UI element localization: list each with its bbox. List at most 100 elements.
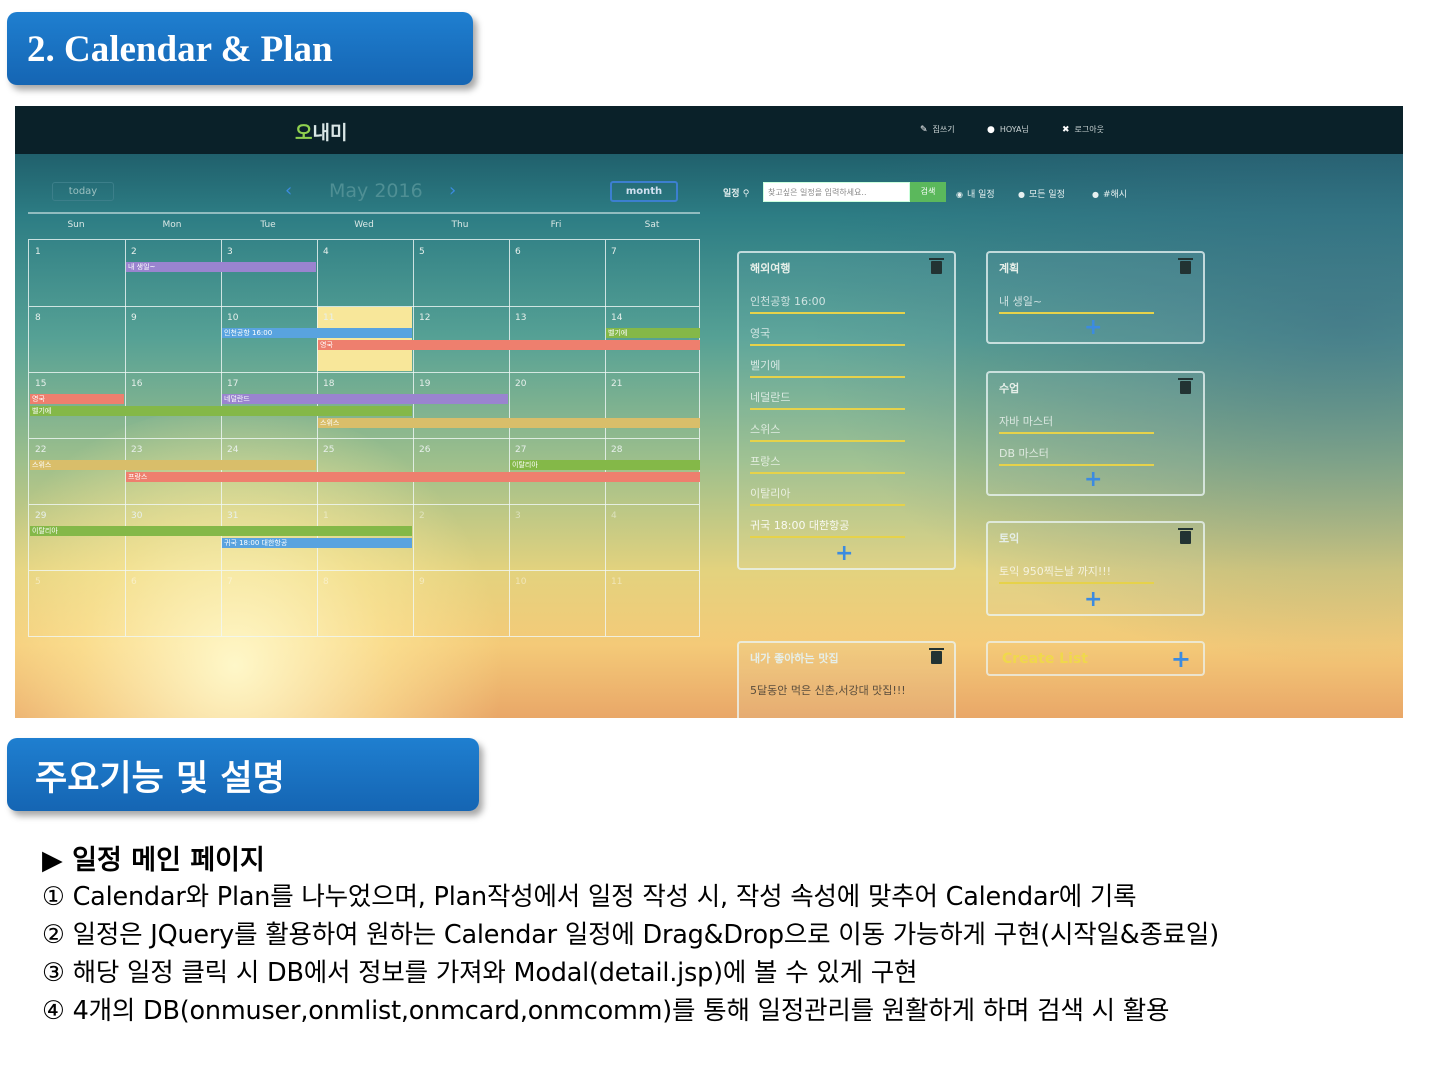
- calendar-event[interactable]: 네덜란드: [222, 394, 508, 404]
- calendar-event[interactable]: 내 생일~: [126, 262, 316, 272]
- plan-item[interactable]: 프랑스: [750, 453, 905, 474]
- day-number[interactable]: 3: [515, 511, 521, 521]
- day-number[interactable]: 23: [131, 445, 142, 455]
- calendar-event[interactable]: 이탈리아: [510, 460, 700, 470]
- day-number[interactable]: 26: [419, 445, 430, 455]
- plan-item[interactable]: 스위스: [750, 421, 905, 442]
- plan-item[interactable]: 인천공항 16:00: [750, 293, 905, 314]
- day-number[interactable]: 9: [419, 577, 425, 587]
- day-number[interactable]: 5: [419, 247, 425, 257]
- write-link[interactable]: ✎ 집쓰기: [920, 124, 955, 135]
- day-number[interactable]: 15: [35, 379, 46, 389]
- day-number[interactable]: 4: [323, 247, 329, 257]
- logout-link[interactable]: ✖ 로그아웃: [1062, 124, 1104, 135]
- plan-item[interactable]: DB 마스터: [999, 445, 1154, 466]
- plan-card-travel[interactable]: 해외여행 인천공항 16:00 영국 벨기에 네덜란드 스위스 프랑스 이탈리아…: [737, 251, 956, 570]
- day-number[interactable]: 28: [611, 445, 622, 455]
- trash-icon[interactable]: [1178, 378, 1193, 394]
- radio-hashtag[interactable]: ● #해시: [1092, 187, 1127, 200]
- day-number[interactable]: 27: [515, 445, 526, 455]
- radio-all-schedule[interactable]: ● 모든 일정: [1018, 187, 1065, 200]
- day-number[interactable]: 6: [515, 247, 521, 257]
- day-number[interactable]: 4: [611, 511, 617, 521]
- day-number[interactable]: 16: [131, 379, 142, 389]
- plan-item[interactable]: 귀국 18:00 대한항공: [750, 517, 905, 538]
- plan-item[interactable]: 내 생일~: [999, 293, 1154, 314]
- day-number[interactable]: 1: [323, 511, 329, 521]
- day-number[interactable]: 10: [515, 577, 526, 587]
- day-number[interactable]: 22: [35, 445, 46, 455]
- day-number[interactable]: 7: [611, 247, 617, 257]
- day-number[interactable]: 10: [227, 313, 238, 323]
- day-number[interactable]: 8: [35, 313, 41, 323]
- day-number[interactable]: 30: [131, 511, 142, 521]
- day-number[interactable]: 13: [515, 313, 526, 323]
- calendar-event[interactable]: 벨기에: [606, 328, 700, 338]
- search-icon: ⚲: [742, 189, 750, 199]
- plan-card-class[interactable]: 수업 자바 마스터 DB 마스터 +: [986, 371, 1205, 496]
- trash-icon[interactable]: [929, 648, 944, 664]
- month-view-button[interactable]: month: [610, 181, 678, 202]
- calendar-event[interactable]: 영국: [318, 340, 700, 350]
- day-number[interactable]: 18: [323, 379, 334, 389]
- features-title: 주요기능 및 설명: [35, 759, 285, 799]
- user-link[interactable]: ● HOYA님: [987, 124, 1029, 135]
- plan-item[interactable]: 5달동안 먹은 신촌,서강대 맛집!!!: [750, 683, 910, 699]
- description-line-1: ① Calendar와 Plan를 나누었으며, Plan작성에서 일정 작성 …: [42, 882, 1137, 912]
- today-button[interactable]: today: [52, 182, 114, 201]
- day-number[interactable]: 2: [131, 247, 137, 257]
- day-number[interactable]: 9: [131, 313, 137, 323]
- calendar-event[interactable]: 프랑스: [126, 472, 700, 482]
- day-number[interactable]: 25: [323, 445, 334, 455]
- trash-icon[interactable]: [1178, 258, 1193, 274]
- next-month-icon[interactable]: ›: [449, 180, 456, 201]
- day-number[interactable]: 2: [419, 511, 425, 521]
- plan-item[interactable]: 벨기에: [750, 357, 905, 378]
- plan-item[interactable]: 토익 950찍는날 까지!!!: [999, 563, 1154, 584]
- day-number[interactable]: 5: [35, 577, 41, 587]
- day-number[interactable]: 11: [611, 577, 622, 587]
- plan-item[interactable]: 영국: [750, 325, 905, 346]
- day-number[interactable]: 8: [323, 577, 329, 587]
- day-number[interactable]: 6: [131, 577, 137, 587]
- radio-my-schedule[interactable]: ◉ 내 일정: [956, 187, 995, 200]
- add-item-icon[interactable]: +: [1084, 467, 1102, 492]
- calendar-event[interactable]: 영국: [30, 394, 124, 404]
- calendar-event[interactable]: 귀국 18:00 대한항공: [222, 538, 412, 548]
- calendar-event[interactable]: 스위스: [30, 460, 316, 470]
- day-number[interactable]: 11: [323, 313, 334, 323]
- trash-icon[interactable]: [929, 258, 944, 274]
- plan-card-food[interactable]: 내가 좋아하는 맛집 5달동안 먹은 신촌,서강대 맛집!!!: [737, 641, 956, 718]
- brand-logo[interactable]: 오내미: [295, 118, 347, 145]
- card-title: 해외여행: [750, 262, 791, 275]
- plan-item[interactable]: 자바 마스터: [999, 413, 1154, 434]
- create-list-button[interactable]: Create List +: [986, 641, 1205, 676]
- day-number[interactable]: 3: [227, 247, 233, 257]
- add-item-icon[interactable]: +: [1084, 315, 1102, 340]
- day-number[interactable]: 20: [515, 379, 526, 389]
- calendar-event[interactable]: 인천공항 16:00: [222, 328, 412, 338]
- day-number[interactable]: 19: [419, 379, 430, 389]
- day-number[interactable]: 21: [611, 379, 622, 389]
- plan-item[interactable]: 네덜란드: [750, 389, 905, 410]
- day-number[interactable]: 24: [227, 445, 238, 455]
- plan-card-plan[interactable]: 계획 내 생일~ +: [986, 251, 1205, 344]
- calendar-event[interactable]: 벨기에: [30, 406, 412, 416]
- day-number[interactable]: 17: [227, 379, 238, 389]
- calendar-event[interactable]: 스위스: [318, 418, 700, 428]
- day-number[interactable]: 12: [419, 313, 430, 323]
- prev-month-icon[interactable]: ‹: [285, 180, 292, 201]
- day-number[interactable]: 7: [227, 577, 233, 587]
- day-number[interactable]: 31: [227, 511, 238, 521]
- day-number[interactable]: 14: [611, 313, 622, 323]
- search-button[interactable]: 검색: [910, 182, 946, 202]
- add-item-icon[interactable]: +: [1084, 587, 1102, 612]
- search-input[interactable]: 찾고싶은 일정을 입력하세요..: [763, 182, 910, 202]
- plan-card-toeic[interactable]: 토익 토익 950찍는날 까지!!! +: [986, 521, 1205, 616]
- day-number[interactable]: 29: [35, 511, 46, 521]
- day-number[interactable]: 1: [35, 247, 41, 257]
- trash-icon[interactable]: [1178, 528, 1193, 544]
- calendar-event[interactable]: 이탈리아: [30, 526, 412, 536]
- plan-item[interactable]: 이탈리아: [750, 485, 905, 506]
- add-item-icon[interactable]: +: [835, 541, 853, 566]
